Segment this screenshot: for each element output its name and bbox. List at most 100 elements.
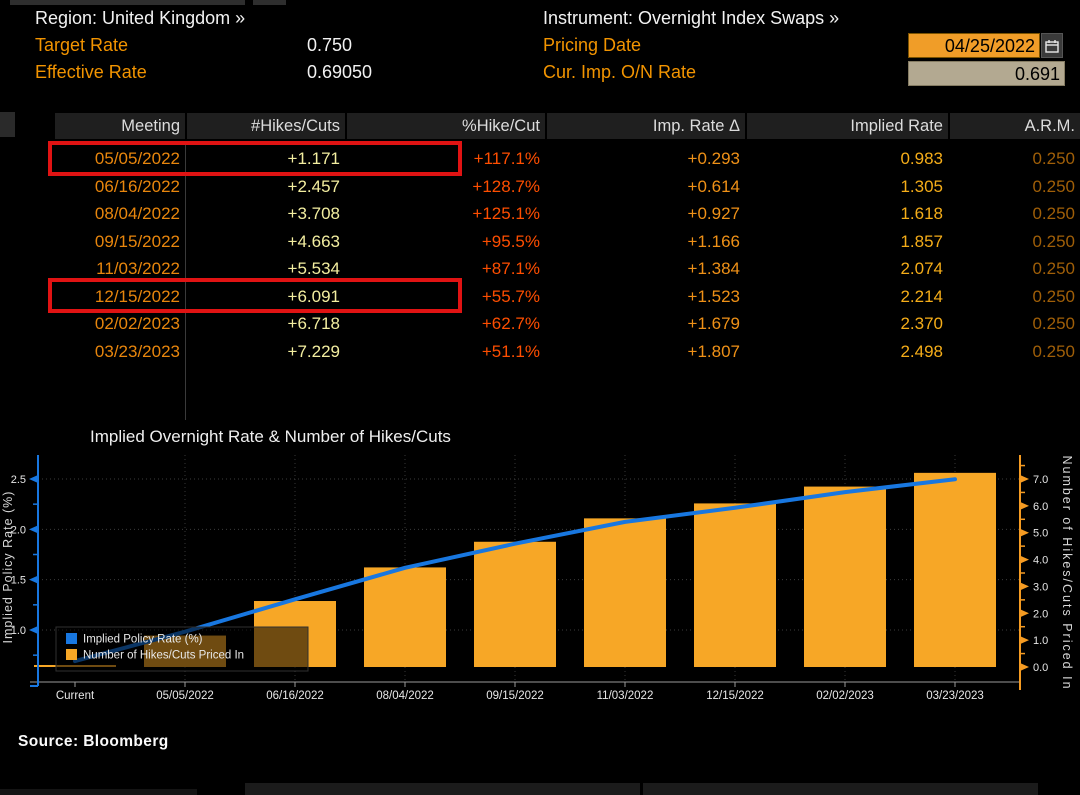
table-left-stub [0,112,15,137]
chart-bar [804,487,886,667]
table-cell-arm: 0.250 [948,338,1080,366]
table-cell-delta: +1.807 [545,338,745,366]
table-cell-arm: 0.250 [948,283,1080,311]
right-tick-label: 1.0 [1033,635,1048,647]
column-header-delta: Imp. Rate Δ [545,113,745,139]
table-cell-implied: 1.618 [745,200,948,228]
right-tick-label: 4.0 [1033,555,1048,567]
table-cell-pct: +125.1% [345,200,545,228]
right-axis-title: Number of Hikes/Cuts Priced In [1060,455,1074,690]
highlight-box [48,278,462,313]
table-cell-implied: 2.498 [745,338,948,366]
table-cell-implied: 1.305 [745,173,948,201]
table-cell-meeting: 09/15/2022 [0,228,185,256]
legend-swatch [66,633,77,644]
x-tick-label: 05/05/2022 [156,690,214,702]
rate-chart-svg: Current05/05/202206/16/202208/04/202209/… [0,415,1080,725]
table-cell-hikes: +4.663 [185,228,345,256]
table-cell-arm: 0.250 [948,145,1080,173]
x-tick-label: 08/04/2022 [376,690,434,702]
target-rate-value: 0.750 [307,35,352,56]
table-cell-implied: 2.214 [745,283,948,311]
table-cell-arm: 0.250 [948,200,1080,228]
table-cell-implied: 1.857 [745,228,948,256]
x-tick-label: 03/23/2023 [926,690,984,702]
instrument-link[interactable]: Instrument: Overnight Index Swaps » [543,8,839,29]
x-tick-label: 09/15/2022 [486,690,544,702]
table-row[interactable]: 03/23/2023+7.229+51.1%+1.8072.4980.250 [0,338,1080,366]
right-tick-label: 5.0 [1033,528,1048,540]
chart-bar [914,473,996,667]
calendar-icon[interactable] [1041,33,1063,58]
top-strip [253,0,286,5]
table-cell-arm: 0.250 [948,228,1080,256]
table-cell-hikes: +7.229 [185,338,345,366]
table-row[interactable]: 09/15/2022+4.663+95.5%+1.1661.8570.250 [0,228,1080,256]
table-cell-delta: +0.614 [545,173,745,201]
bottom-strip [643,783,1038,795]
table-cell-delta: +1.384 [545,255,745,283]
right-tick-label: 3.0 [1033,581,1048,593]
table-row[interactable]: 06/16/2022+2.457+128.7%+0.6141.3050.250 [0,173,1080,201]
left-axis-title: Implied Policy Rate (%) [1,491,15,644]
chart-bar [364,567,446,667]
table-cell-delta: +1.166 [545,228,745,256]
table-cell-implied: 0.983 [745,145,948,173]
wirp-screen: Region: United Kingdom » Target Rate 0.7… [0,0,1080,795]
legend-label: Implied Policy Rate (%) [83,634,203,646]
table-cell-implied: 2.074 [745,255,948,283]
top-strip [10,0,245,5]
chart-bar [474,542,556,667]
table-row[interactable]: 02/02/2023+6.718+62.7%+1.6792.3700.250 [0,310,1080,338]
pricing-date-input[interactable]: 04/25/2022 [908,33,1040,58]
bottom-strip [245,783,640,795]
table-cell-hikes: +6.718 [185,310,345,338]
table-row[interactable]: 08/04/2022+3.708+125.1%+0.9271.6180.250 [0,200,1080,228]
column-header-pct: %Hike/Cut [345,113,545,139]
chart-bar [694,503,776,667]
region-link[interactable]: Region: United Kingdom » [35,8,245,29]
legend-swatch [66,649,77,660]
table-body: 05/05/2022+1.171+117.1%+0.2930.9830.2500… [0,145,1080,365]
table-cell-delta: +0.927 [545,200,745,228]
left-tick-label: 2.5 [11,474,26,486]
x-tick-label: 06/16/2022 [266,690,324,702]
table-cell-arm: 0.250 [948,310,1080,338]
x-tick-label: 12/15/2022 [706,690,764,702]
table-cell-delta: +0.293 [545,145,745,173]
table-cell-pct: +95.5% [345,228,545,256]
table-cell-pct: +128.7% [345,173,545,201]
on-rate-label: Cur. Imp. O/N Rate [543,62,696,83]
table-cell-hikes: +3.708 [185,200,345,228]
table-cell-meeting: 08/04/2022 [0,200,185,228]
pricing-date-label: Pricing Date [543,35,641,56]
table-cell-arm: 0.250 [948,173,1080,201]
right-tick-label: 2.0 [1033,608,1048,620]
table-cell-meeting: 02/02/2023 [0,310,185,338]
column-header-meeting: Meeting [55,113,185,139]
table-cell-hikes: +2.457 [185,173,345,201]
target-rate-label: Target Rate [35,35,128,56]
calendar-glyph [1045,39,1059,53]
chart-legend: Implied Policy Rate (%) Number of Hikes/C… [56,627,308,671]
table-cell-delta: +1.523 [545,283,745,311]
chart-bar [584,518,666,667]
right-tick-label: 7.0 [1033,474,1048,486]
legend-label: Number of Hikes/Cuts Priced In [83,650,244,662]
table-cell-pct: +51.1% [345,338,545,366]
right-tick-label: 0.0 [1033,662,1048,674]
x-tick-label: 11/03/2022 [597,690,654,702]
on-rate-field[interactable]: 0.691 [908,61,1065,86]
x-tick-label: 02/02/2023 [816,690,874,702]
table-cell-pct: +62.7% [345,310,545,338]
table-cell-meeting: 06/16/2022 [0,173,185,201]
source-text: Source: Bloomberg [18,733,169,751]
table-cell-delta: +1.679 [545,310,745,338]
column-header-arm: A.R.M. [948,113,1080,139]
highlight-box [48,141,462,176]
column-header-implied: Implied Rate [745,113,948,139]
table-cell-meeting: 03/23/2023 [0,338,185,366]
table-cell-arm: 0.250 [948,255,1080,283]
bottom-strip [0,789,197,795]
effective-rate-label: Effective Rate [35,62,147,83]
